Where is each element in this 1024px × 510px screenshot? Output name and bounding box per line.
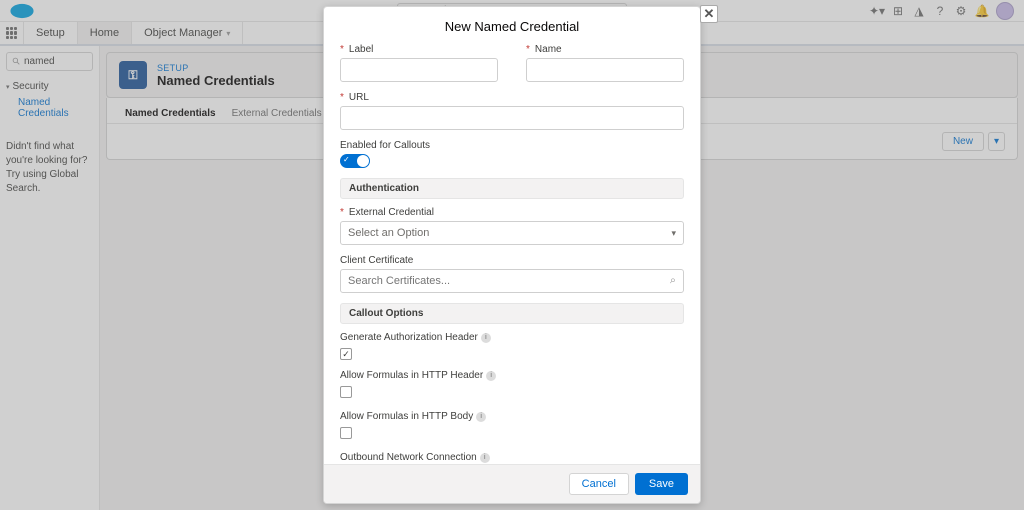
modal-backdrop: ✕ New Named Credential Label Name URL En… xyxy=(0,0,1024,510)
button-label: Save xyxy=(649,478,674,490)
allow-formulas-header-checkbox[interactable] xyxy=(340,386,352,398)
help-icon[interactable]: i xyxy=(480,453,490,463)
close-icon: ✕ xyxy=(704,6,715,22)
modal-title: New Named Credential xyxy=(324,7,700,44)
select-value: Select an Option xyxy=(348,227,429,239)
save-button[interactable]: Save xyxy=(635,473,688,495)
label-name: Name xyxy=(526,44,684,55)
gen-auth-header-checkbox[interactable]: ✓ xyxy=(340,348,352,360)
label-outbound-connection: Outbound Network Connectioni xyxy=(340,452,684,463)
label-external-credential: External Credential xyxy=(340,207,684,218)
name-input[interactable] xyxy=(526,58,684,82)
label-allow-formulas-header: Allow Formulas in HTTP Headeri xyxy=(340,370,684,381)
help-icon[interactable]: i xyxy=(481,333,491,343)
close-button[interactable]: ✕ xyxy=(700,5,718,23)
url-input[interactable] xyxy=(340,106,684,130)
button-label: Cancel xyxy=(582,478,616,490)
label-enabled-callouts: Enabled for Callouts xyxy=(340,140,684,151)
label-gen-auth-header: Generate Authorization Headeri xyxy=(340,332,684,343)
new-named-credential-modal: ✕ New Named Credential Label Name URL En… xyxy=(323,6,701,504)
cancel-button[interactable]: Cancel xyxy=(569,473,629,495)
chevron-down-icon: ▾ xyxy=(671,228,676,239)
label-allow-formulas-body: Allow Formulas in HTTP Bodyi xyxy=(340,411,684,422)
section-callout-options: Callout Options xyxy=(340,303,684,324)
external-credential-select[interactable]: Select an Option ▾ xyxy=(340,221,684,245)
label-label: Label xyxy=(340,44,498,55)
section-authentication: Authentication xyxy=(340,178,684,199)
enabled-callouts-toggle[interactable]: ✓ xyxy=(340,154,370,168)
check-icon: ✓ xyxy=(343,155,350,164)
client-certificate-input[interactable] xyxy=(340,269,684,293)
allow-formulas-body-checkbox[interactable] xyxy=(340,427,352,439)
help-icon[interactable]: i xyxy=(476,412,486,422)
label-client-certificate: Client Certificate xyxy=(340,255,684,266)
label-input[interactable] xyxy=(340,58,498,82)
toggle-knob xyxy=(357,155,369,167)
label-url: URL xyxy=(340,92,684,103)
search-icon: ⌕ xyxy=(670,275,676,288)
help-icon[interactable]: i xyxy=(486,371,496,381)
modal-footer: Cancel Save xyxy=(324,464,700,503)
